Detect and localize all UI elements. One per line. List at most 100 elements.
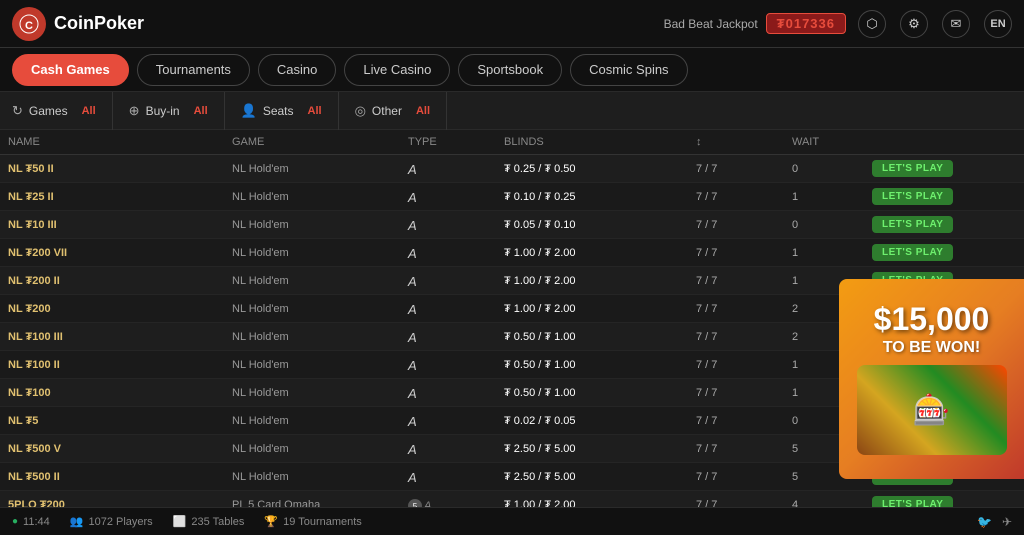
cell-blinds: ₮ 0.50 / ₮ 1.00 bbox=[496, 323, 688, 351]
cell-type: A bbox=[400, 267, 496, 295]
lang-selector[interactable]: EN bbox=[984, 10, 1012, 38]
nav-casino[interactable]: Casino bbox=[258, 54, 336, 86]
cell-blinds: ₮ 1.00 / ₮ 2.00 bbox=[496, 491, 688, 508]
cell-type: A bbox=[400, 379, 496, 407]
cell-blinds: ₮ 0.10 / ₮ 0.25 bbox=[496, 183, 688, 211]
cell-game: NL Hold'em bbox=[224, 183, 400, 211]
cell-action[interactable]: LET'S PLAY bbox=[864, 491, 1024, 508]
cell-name: NL ₮500 V bbox=[0, 435, 224, 463]
mail-icon[interactable]: ✉ bbox=[942, 10, 970, 38]
status-players: 👥 1072 Players bbox=[70, 515, 153, 528]
table-header-row: NAME GAME TYPE BLINDS ↕ WAIT bbox=[0, 130, 1024, 155]
svg-text:C: C bbox=[25, 20, 33, 32]
nav-tournaments[interactable]: Tournaments bbox=[137, 54, 250, 86]
cell-type: A bbox=[400, 407, 496, 435]
type-a-icon: A bbox=[408, 470, 417, 485]
bad-beat-label: Bad Beat Jackpot bbox=[664, 17, 758, 31]
cell-blinds: ₮ 1.00 / ₮ 2.00 bbox=[496, 295, 688, 323]
cell-name: 5PLO ₮200 bbox=[0, 491, 224, 508]
cell-game: NL Hold'em bbox=[224, 295, 400, 323]
cell-blinds: ₮ 2.50 / ₮ 5.00 bbox=[496, 435, 688, 463]
cell-game: NL Hold'em bbox=[224, 351, 400, 379]
bad-beat-value: ₮017336 bbox=[766, 13, 846, 34]
twitter-icon[interactable]: 🐦 bbox=[977, 515, 992, 529]
cell-seats: 7 / 7 bbox=[688, 351, 784, 379]
lets-play-button[interactable]: LET'S PLAY bbox=[872, 216, 953, 233]
table-row[interactable]: NL ₮10 III NL Hold'em A ₮ 0.05 / ₮ 0.10 … bbox=[0, 211, 1024, 239]
header: C CoinPoker Bad Beat Jackpot ₮017336 ⬡ ⚙… bbox=[0, 0, 1024, 48]
promo-banner[interactable]: $15,000 TO BE WON! 🎰 bbox=[839, 279, 1024, 479]
type-a-icon: A bbox=[408, 358, 417, 373]
status-time-value: 11:44 bbox=[23, 516, 50, 528]
settings-icon[interactable]: ⚙ bbox=[900, 10, 928, 38]
cell-blinds: ₮ 0.25 / ₮ 0.50 bbox=[496, 155, 688, 183]
nav-live-casino[interactable]: Live Casino bbox=[344, 54, 450, 86]
th-blinds: BLINDS bbox=[496, 130, 688, 155]
cell-action[interactable]: LET'S PLAY bbox=[864, 183, 1024, 211]
filter-buyin[interactable]: ⊕ Buy-in All bbox=[113, 92, 225, 130]
cell-action[interactable]: LET'S PLAY bbox=[864, 155, 1024, 183]
table-row[interactable]: NL ₮200 VII NL Hold'em A ₮ 1.00 / ₮ 2.00… bbox=[0, 239, 1024, 267]
other-icon: ◎ bbox=[355, 103, 366, 119]
cell-name: NL ₮200 VII bbox=[0, 239, 224, 267]
header-icons: ⬡ ⚙ ✉ EN bbox=[858, 10, 1012, 38]
cell-action[interactable]: LET'S PLAY bbox=[864, 211, 1024, 239]
cell-wait: 0 bbox=[784, 155, 864, 183]
lets-play-button[interactable]: LET'S PLAY bbox=[872, 244, 953, 261]
cell-seats: 7 / 7 bbox=[688, 463, 784, 491]
telegram-icon[interactable]: ✈ bbox=[1002, 515, 1012, 529]
th-game: GAME bbox=[224, 130, 400, 155]
lets-play-button[interactable]: LET'S PLAY bbox=[872, 188, 953, 205]
cell-seats: 7 / 7 bbox=[688, 267, 784, 295]
cell-game: PL 5 Card Omaha bbox=[224, 491, 400, 508]
cell-seats: 7 / 7 bbox=[688, 323, 784, 351]
cell-name: NL ₮200 bbox=[0, 295, 224, 323]
th-seats[interactable]: ↕ bbox=[688, 130, 784, 155]
lets-play-button[interactable]: LET'S PLAY bbox=[872, 496, 953, 507]
cell-seats: 7 / 7 bbox=[688, 239, 784, 267]
cell-game: NL Hold'em bbox=[224, 463, 400, 491]
cell-wait: 1 bbox=[784, 239, 864, 267]
type-a-icon: A bbox=[408, 302, 417, 317]
status-tables: ⬜ 235 Tables bbox=[173, 515, 245, 528]
filter-other[interactable]: ◎ Other All bbox=[339, 92, 447, 130]
filter-seats[interactable]: 👤 Seats All bbox=[225, 92, 339, 130]
cell-game: NL Hold'em bbox=[224, 267, 400, 295]
nav-cosmic-spins[interactable]: Cosmic Spins bbox=[570, 54, 687, 86]
nav-sportsbook[interactable]: Sportsbook bbox=[458, 54, 562, 86]
cell-seats: 7 / 7 bbox=[688, 295, 784, 323]
table-row[interactable]: 5PLO ₮200 PL 5 Card Omaha 5 A ₮ 1.00 / ₮… bbox=[0, 491, 1024, 508]
tables-icon: ⬜ bbox=[173, 515, 187, 528]
cell-action[interactable]: LET'S PLAY bbox=[864, 239, 1024, 267]
seats-icon: 👤 bbox=[241, 103, 257, 119]
cell-blinds: ₮ 0.50 / ₮ 1.00 bbox=[496, 379, 688, 407]
status-tournaments: 🏆 19 Tournaments bbox=[264, 515, 361, 528]
cell-name: NL ₮5 bbox=[0, 407, 224, 435]
type-5a-icon: 5 A bbox=[408, 499, 431, 507]
logo: C CoinPoker bbox=[12, 7, 144, 41]
cell-blinds: ₮ 1.00 / ₮ 2.00 bbox=[496, 239, 688, 267]
wallet-icon[interactable]: ⬡ bbox=[858, 10, 886, 38]
logo-text: CoinPoker bbox=[54, 13, 144, 34]
cell-name: NL ₮100 III bbox=[0, 323, 224, 351]
nav: Cash Games Tournaments Casino Live Casin… bbox=[0, 48, 1024, 92]
cell-seats: 7 / 7 bbox=[688, 211, 784, 239]
cell-name: NL ₮10 III bbox=[0, 211, 224, 239]
cell-blinds: ₮ 0.50 / ₮ 1.00 bbox=[496, 351, 688, 379]
cell-game: NL Hold'em bbox=[224, 379, 400, 407]
status-time: ● 11:44 bbox=[12, 516, 50, 528]
nav-cash-games[interactable]: Cash Games bbox=[12, 54, 129, 86]
cell-game: NL Hold'em bbox=[224, 435, 400, 463]
buyin-icon: ⊕ bbox=[129, 103, 140, 119]
promo-image: 🎰 bbox=[857, 365, 1007, 455]
table-row[interactable]: NL ₮50 II NL Hold'em A ₮ 0.25 / ₮ 0.50 7… bbox=[0, 155, 1024, 183]
table-row[interactable]: NL ₮25 II NL Hold'em A ₮ 0.10 / ₮ 0.25 7… bbox=[0, 183, 1024, 211]
type-a-icon: A bbox=[408, 162, 417, 177]
cell-name: NL ₮50 II bbox=[0, 155, 224, 183]
filter-games[interactable]: ↻ Games All bbox=[12, 92, 113, 130]
type-a-icon: A bbox=[408, 274, 417, 289]
promo-amount: $15,000 bbox=[874, 303, 990, 335]
logo-icon: C bbox=[12, 7, 46, 41]
cell-seats: 7 / 7 bbox=[688, 491, 784, 508]
lets-play-button[interactable]: LET'S PLAY bbox=[872, 160, 953, 177]
